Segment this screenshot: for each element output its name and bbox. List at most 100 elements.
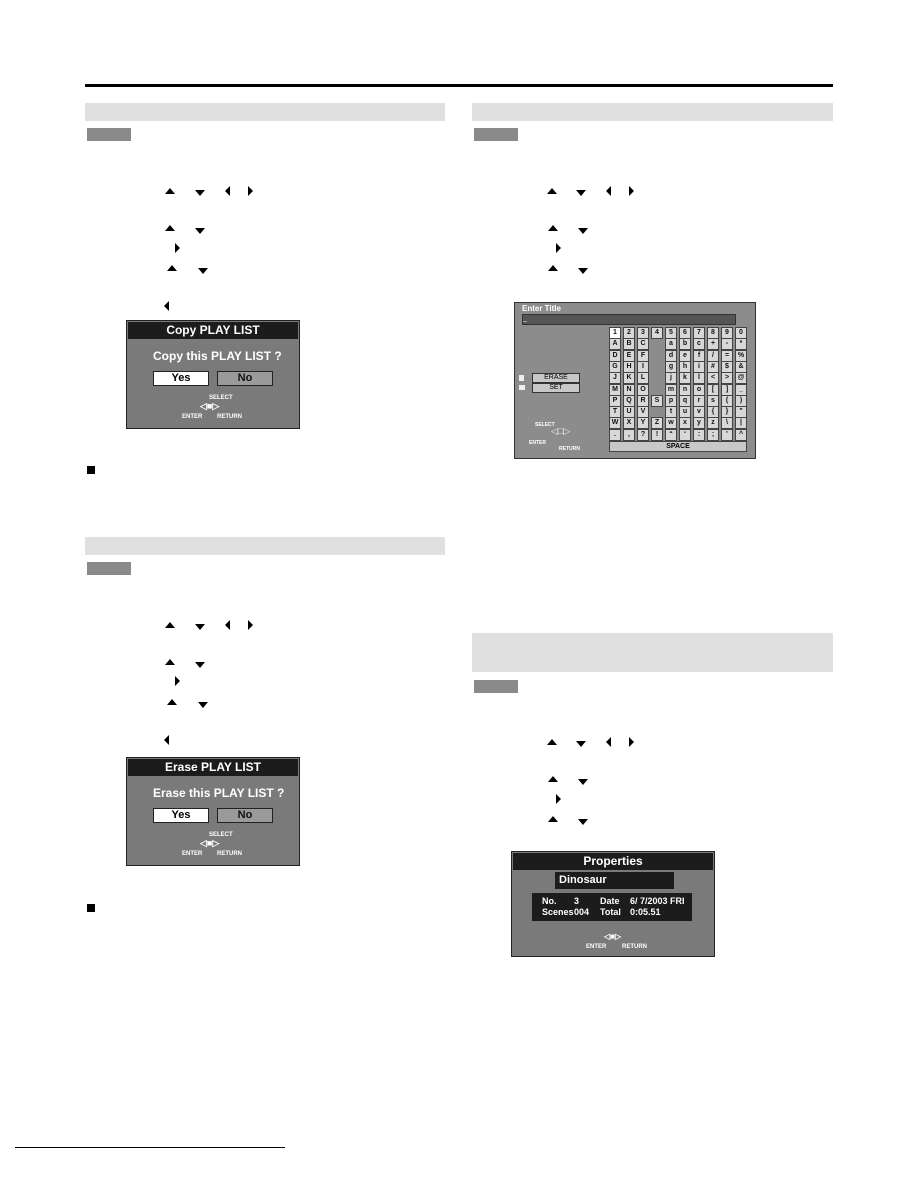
key-button[interactable]: a <box>665 338 677 351</box>
erase-button[interactable]: ERASE <box>532 373 580 383</box>
key-button[interactable]: l <box>693 372 705 385</box>
key-button[interactable]: r <box>693 394 705 407</box>
key-button[interactable]: # <box>707 360 719 373</box>
key-button[interactable]: " <box>735 406 747 419</box>
key-button[interactable]: D <box>609 349 621 362</box>
key-button[interactable]: 2 <box>623 327 635 339</box>
key-button[interactable]: C <box>637 338 649 351</box>
key-button[interactable]: 0 <box>735 327 747 339</box>
key-button[interactable]: ( <box>721 394 733 407</box>
key-button[interactable]: u <box>679 406 691 419</box>
key-button[interactable]: f <box>693 349 705 362</box>
key-button[interactable]: X <box>623 417 635 430</box>
key-button[interactable]: . <box>609 428 621 441</box>
key-button[interactable]: [ <box>707 383 719 396</box>
key-button[interactable]: v <box>693 406 705 419</box>
key-button[interactable]: ' <box>721 428 733 441</box>
set-button[interactable]: SET <box>532 383 580 393</box>
key-button[interactable]: T <box>609 406 621 419</box>
key-button[interactable]: U <box>623 406 635 419</box>
key-button[interactable]: % <box>735 349 747 362</box>
key-button[interactable]: | <box>735 417 747 430</box>
key-button[interactable]: 8 <box>707 327 719 339</box>
key-button[interactable]: 6 <box>679 327 691 339</box>
key-button[interactable]: G <box>609 360 621 373</box>
key-button[interactable]: ) <box>735 394 747 407</box>
key-button[interactable]: o <box>693 383 705 396</box>
key-button[interactable]: 3 <box>637 327 649 339</box>
key-button[interactable]: ^ <box>735 428 747 441</box>
key-button[interactable]: \ <box>721 417 733 430</box>
key-button[interactable]: w <box>665 417 677 430</box>
key-button[interactable]: - <box>721 338 733 351</box>
key-button[interactable]: n <box>679 383 691 396</box>
key-button[interactable]: ; <box>707 428 719 441</box>
key-button[interactable]: j <box>665 372 677 385</box>
key-button[interactable]: p <box>665 394 677 407</box>
yes-button[interactable]: Yes <box>153 808 209 823</box>
key-button[interactable]: ‘ <box>679 428 691 441</box>
key-button[interactable]: i <box>693 360 705 373</box>
key-button[interactable]: $ <box>721 360 733 373</box>
key-button[interactable]: = <box>721 349 733 362</box>
key-button[interactable]: N <box>623 383 635 396</box>
key-button[interactable]: 1 <box>609 327 621 339</box>
key-button[interactable]: J <box>609 372 621 385</box>
key-button[interactable]: q <box>679 394 691 407</box>
key-button[interactable]: k <box>679 372 691 385</box>
key-button[interactable]: “ <box>665 428 677 441</box>
key-button[interactable]: * <box>735 338 747 351</box>
yes-button[interactable]: Yes <box>153 371 209 386</box>
key-button[interactable]: d <box>665 349 677 362</box>
key-button[interactable]: c <box>693 338 705 351</box>
key-button[interactable]: E <box>623 349 635 362</box>
key-button[interactable]: e <box>679 349 691 362</box>
title-input[interactable]: _ <box>522 314 736 325</box>
key-button[interactable]: R <box>637 394 649 407</box>
key-button[interactable]: Z <box>651 417 663 430</box>
key-button[interactable]: B <box>623 338 635 351</box>
key-button[interactable]: 9 <box>721 327 733 339</box>
key-button[interactable]: m <box>665 383 677 396</box>
key-button[interactable]: h <box>679 360 691 373</box>
key-button[interactable]: > <box>721 372 733 385</box>
key-button[interactable]: Q <box>623 394 635 407</box>
key-button[interactable]: { <box>707 406 719 419</box>
key-button[interactable]: 7 <box>693 327 705 339</box>
key-button[interactable]: L <box>637 372 649 385</box>
key-button[interactable]: ? <box>637 428 649 441</box>
key-button[interactable]: s <box>707 394 719 407</box>
key-button[interactable]: g <box>665 360 677 373</box>
key-button[interactable]: y <box>693 417 705 430</box>
key-button[interactable]: P <box>609 394 621 407</box>
key-button[interactable]: < <box>707 372 719 385</box>
key-button[interactable]: @ <box>735 372 747 385</box>
key-button[interactable]: ! <box>651 428 663 441</box>
key-button[interactable]: I <box>637 360 649 373</box>
key-button[interactable]: : <box>693 428 705 441</box>
key-button[interactable]: W <box>609 417 621 430</box>
space-key[interactable]: SPACE <box>609 441 747 452</box>
key-button[interactable]: + <box>707 338 719 351</box>
key-button[interactable]: V <box>637 406 649 419</box>
key-button[interactable]: A <box>609 338 621 351</box>
key-button[interactable]: S <box>651 394 663 407</box>
key-button[interactable]: x <box>679 417 691 430</box>
key-button[interactable]: _ <box>735 383 747 396</box>
key-button[interactable]: t <box>665 406 677 419</box>
key-button[interactable]: & <box>735 360 747 373</box>
key-button[interactable]: z <box>707 417 719 430</box>
no-button[interactable]: No <box>217 371 273 386</box>
key-button[interactable]: M <box>609 383 621 396</box>
key-button[interactable]: 4 <box>651 327 663 339</box>
key-button[interactable]: H <box>623 360 635 373</box>
no-button[interactable]: No <box>217 808 273 823</box>
key-button[interactable]: } <box>721 406 733 419</box>
key-button[interactable]: K <box>623 372 635 385</box>
key-button[interactable]: b <box>679 338 691 351</box>
key-button[interactable]: / <box>707 349 719 362</box>
key-button[interactable]: , <box>623 428 635 441</box>
key-button[interactable]: 5 <box>665 327 677 339</box>
key-button[interactable]: Y <box>637 417 649 430</box>
key-button[interactable]: O <box>637 383 649 396</box>
